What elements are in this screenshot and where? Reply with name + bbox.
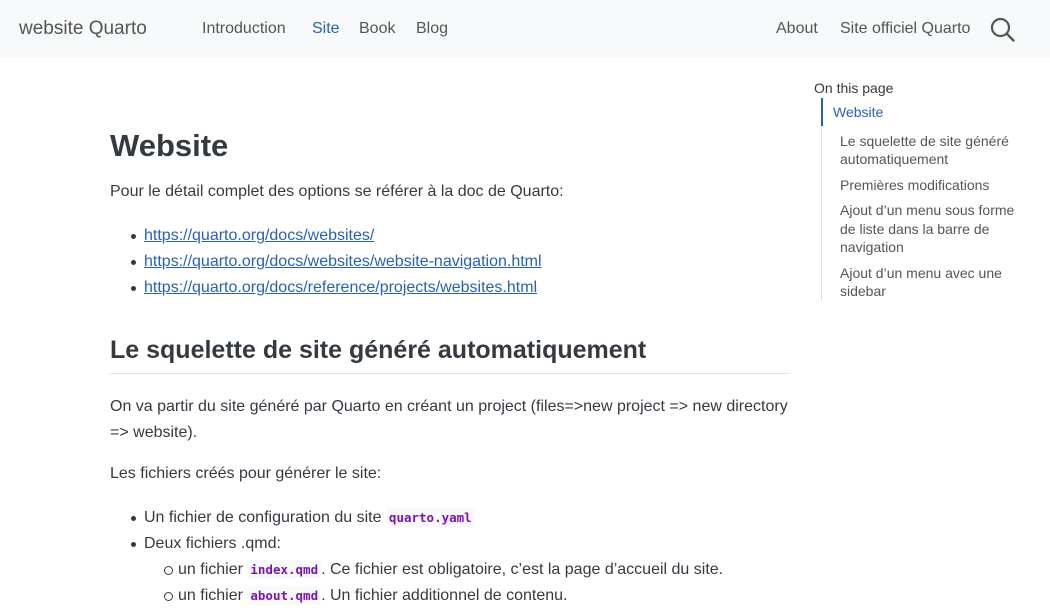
docs-link-websites[interactable]: https://quarto.org/docs/websites/ [144,227,374,244]
code-index-qmd: index.qmd [247,560,322,579]
top-navbar: website Quarto Introduction Site Book Bl… [0,0,1050,58]
toc-sidebar: On this page Website Le squelette de sit… [814,78,1034,301]
nav-link-blog[interactable]: Blog [416,20,448,38]
list-item: https://quarto.org/docs/reference/projec… [110,275,542,301]
sub-item-text: . Ce fichier est obligatoire, c’est la p… [321,561,724,578]
toc-item-premieres-modifications[interactable]: Premières modifications [822,176,1031,195]
files-intro-paragraph: Les fichiers créés pour générer le site: [110,465,382,482]
sub-list-item: un fichier index.qmd. Ce fichier est obl… [144,557,723,583]
nav-link-site-officiel-quarto[interactable]: Site officiel Quarto [840,20,970,38]
code-quarto-yaml: quarto.yaml [385,508,475,527]
docs-link-projects-websites[interactable]: https://quarto.org/docs/reference/projec… [144,279,537,296]
sub-list-item: un fichier about.qmd. Un fichier additio… [144,583,723,609]
nav-link-introduction[interactable]: Introduction [202,20,286,38]
toc-link-premieres-modifications[interactable]: Premières modifications [840,177,989,193]
toc-link-menu-sidebar[interactable]: Ajout d’un menu avec une sidebar [840,265,1002,300]
toc-item-menu-liste[interactable]: Ajout d’un menu sous forme de liste dans… [822,201,1031,257]
toc-link-menu-liste[interactable]: Ajout d’un menu sous forme de liste dans… [840,202,1014,255]
page-title: Website [110,128,229,163]
section-heading-squelette: Le squelette de site généré automatiquem… [110,336,790,374]
list-item: https://quarto.org/docs/websites/website… [110,249,542,275]
toc-item-menu-sidebar[interactable]: Ajout d’un menu avec une sidebar [822,264,1031,301]
sub-item-text: . Un fichier additionnel de contenu. [321,587,568,604]
nav-link-about[interactable]: About [776,20,818,38]
intro-paragraph: Pour le détail complet des options se ré… [110,183,564,200]
toc-list: Website Le squelette de site généré auto… [821,98,1031,301]
code-about-qmd: about.qmd [247,586,322,605]
list-item: Un fichier de configuration du site quar… [110,505,723,531]
files-list: Un fichier de configuration du site quar… [110,505,723,609]
search-button[interactable] [988,15,1018,45]
nav-link-book[interactable]: Book [359,20,395,38]
toc-link-squelette[interactable]: Le squelette de site généré automatiquem… [840,133,1009,168]
sub-item-text: un fichier [178,561,243,578]
toc-item-website[interactable]: Website [821,98,1031,126]
list-item-text: Un fichier de configuration du site [144,509,382,526]
docs-link-list: https://quarto.org/docs/websites/ https:… [110,223,542,301]
toc-title: On this page [814,80,894,96]
list-item: Deux fichiers .qmd: un fichier index.qmd… [110,531,723,609]
search-icon [990,17,1015,42]
toc-item-squelette[interactable]: Le squelette de site généré automatiquem… [822,132,1031,169]
nav-link-site[interactable]: Site [312,20,340,38]
toc-link-website[interactable]: Website [833,104,883,120]
sub-item-text: un fichier [178,587,243,604]
project-paragraph: On va partir du site généré par Quarto e… [110,398,788,441]
list-item: https://quarto.org/docs/websites/ [110,223,542,249]
docs-link-website-navigation[interactable]: https://quarto.org/docs/websites/website… [144,253,542,270]
site-brand-link[interactable]: website Quarto [19,18,147,40]
qmd-sub-list: un fichier index.qmd. Ce fichier est obl… [144,557,723,609]
list-item-text: Deux fichiers .qmd: [144,535,281,552]
